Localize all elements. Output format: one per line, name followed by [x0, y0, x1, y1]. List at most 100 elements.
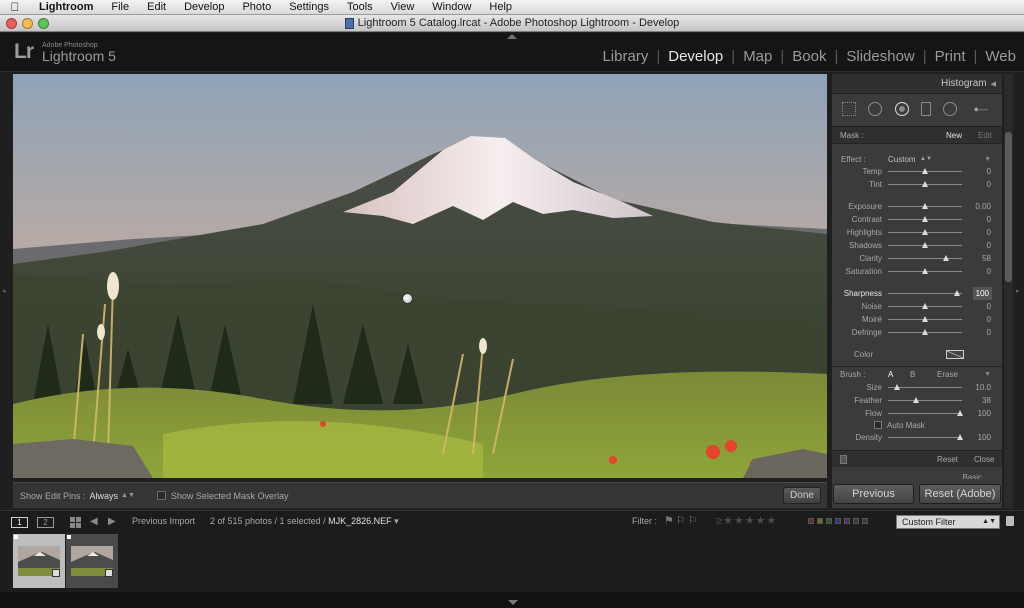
menu-file[interactable]: File	[102, 1, 138, 13]
other-label-icon[interactable]	[862, 518, 868, 524]
brush-b-button[interactable]: B	[910, 367, 915, 382]
filmstrip-source[interactable]: Previous Import	[132, 516, 195, 526]
zoom-window-icon[interactable]	[38, 18, 49, 29]
auto-mask-checkbox[interactable]	[874, 421, 882, 429]
noise-slider-handle[interactable]	[922, 303, 928, 309]
custom-filter-select[interactable]: Custom Filter ▲▼	[896, 515, 1000, 529]
menu-tools[interactable]: Tools	[338, 1, 382, 13]
clarity-slider-handle[interactable]	[943, 255, 950, 261]
main-window-button[interactable]: 1	[11, 517, 28, 528]
flow-slider[interactable]	[888, 413, 962, 414]
adjustment-brush-icon[interactable]: ●—	[970, 102, 992, 116]
graduated-filter-icon[interactable]	[921, 102, 932, 116]
spot-removal-icon[interactable]	[868, 102, 883, 116]
collapse-triangle-icon[interactable]: ◀	[991, 81, 996, 88]
close-button[interactable]: Close	[974, 451, 994, 468]
collapse-filmstrip-icon[interactable]	[508, 600, 518, 605]
filmstrip-thumbnail[interactable]	[13, 534, 65, 588]
radial-filter-icon[interactable]	[943, 102, 958, 116]
defringe-slider-handle[interactable]	[922, 329, 928, 335]
disclosure-triangle-icon[interactable]: ▼	[984, 367, 991, 382]
reset-adobe-button[interactable]: Reset (Adobe)	[919, 484, 1001, 504]
done-button[interactable]: Done	[783, 487, 821, 504]
density-slider[interactable]	[888, 437, 962, 438]
mask-edit-button[interactable]: Edit	[978, 127, 992, 144]
color-swatch[interactable]	[946, 350, 964, 359]
menu-lightroom[interactable]: Lightroom	[30, 1, 102, 13]
noise-value[interactable]: 0	[987, 300, 991, 313]
highlights-value[interactable]: 0	[987, 226, 991, 239]
filmstrip-thumbnail[interactable]	[66, 534, 118, 588]
filter-lock-icon[interactable]	[1006, 516, 1014, 526]
menu-edit[interactable]: Edit	[138, 1, 175, 13]
collapse-top-panel-icon[interactable]	[507, 34, 517, 39]
defringe-value[interactable]: 0	[987, 326, 991, 339]
menu-help[interactable]: Help	[480, 1, 521, 13]
feather-slider[interactable]	[888, 400, 962, 401]
density-value[interactable]: 100	[978, 431, 991, 444]
green-label-icon[interactable]	[826, 518, 832, 524]
tint-value[interactable]: 0	[987, 178, 991, 191]
contrast-slider-handle[interactable]	[922, 216, 928, 222]
show-edit-pins-select[interactable]: Always	[90, 491, 119, 501]
histogram-header[interactable]: Histogram ◀	[832, 74, 1002, 94]
shadows-value[interactable]: 0	[987, 239, 991, 252]
panel-switch-icon[interactable]	[840, 455, 847, 464]
menu-photo[interactable]: Photo	[233, 1, 280, 13]
menu-window[interactable]: Window	[423, 1, 480, 13]
blue-label-icon[interactable]	[835, 518, 841, 524]
exposure-value[interactable]: 0.00	[975, 200, 991, 213]
purple-label-icon[interactable]	[844, 518, 850, 524]
flow-slider-handle[interactable]	[956, 410, 963, 416]
forward-arrow-icon[interactable]: ▶	[108, 516, 116, 527]
brush-erase-button[interactable]: Erase	[937, 367, 958, 382]
sharpness-value[interactable]: 100	[972, 287, 992, 300]
crop-overlay-icon[interactable]	[842, 102, 857, 116]
secondary-window-button[interactable]: 2	[37, 517, 54, 528]
selected-filename[interactable]: MJK_2826.NEF	[328, 516, 392, 526]
no-label-icon[interactable]	[853, 518, 859, 524]
temp-slider-handle[interactable]	[922, 168, 928, 174]
previous-button[interactable]: Previous	[833, 484, 914, 504]
menu-view[interactable]: View	[382, 1, 424, 13]
clarity-value[interactable]: 58	[982, 252, 991, 265]
moir--slider-handle[interactable]	[922, 316, 928, 322]
size-slider-handle[interactable]	[893, 384, 900, 390]
size-value[interactable]: 10.0	[975, 381, 991, 394]
module-develop[interactable]: Develop	[668, 48, 723, 65]
clarity-slider[interactable]	[888, 258, 962, 259]
yellow-label-icon[interactable]	[817, 518, 823, 524]
updown-arrow-icon[interactable]: ▲▼	[121, 492, 135, 499]
photo-canvas[interactable]	[13, 74, 827, 478]
module-library[interactable]: Library	[602, 48, 648, 65]
color-label-filter[interactable]	[808, 518, 868, 524]
moir--value[interactable]: 0	[987, 313, 991, 326]
tint-slider-handle[interactable]	[922, 181, 928, 187]
exposure-slider-handle[interactable]	[922, 203, 928, 209]
brush-a-button[interactable]: A	[888, 367, 893, 382]
right-panel-scrollbar[interactable]	[1004, 74, 1013, 508]
mask-new-button[interactable]: New	[946, 127, 962, 144]
rating-filter-stars[interactable]: ≥★★★★★	[716, 514, 777, 527]
sharpness-slider[interactable]	[888, 293, 962, 294]
feather-slider-handle[interactable]	[913, 397, 920, 403]
grid-view-icon[interactable]	[70, 517, 81, 528]
show-mask-overlay-checkbox[interactable]	[156, 491, 166, 500]
menu-develop[interactable]: Develop	[175, 1, 233, 13]
basic-panel-header[interactable]: Basic	[832, 469, 1002, 479]
apple-icon[interactable]: 	[0, 0, 30, 14]
minimize-window-icon[interactable]	[22, 18, 33, 29]
menu-settings[interactable]: Settings	[280, 1, 338, 13]
module-web[interactable]: Web	[985, 48, 1016, 65]
module-slideshow[interactable]: Slideshow	[846, 48, 914, 65]
scrollbar-thumb[interactable]	[1005, 132, 1012, 282]
saturation-slider-handle[interactable]	[922, 268, 928, 274]
left-panel-toggle-icon[interactable]: ◂	[2, 287, 6, 295]
feather-value[interactable]: 38	[982, 394, 991, 407]
saturation-value[interactable]: 0	[987, 265, 991, 278]
temp-value[interactable]: 0	[987, 165, 991, 178]
sharpness-slider-handle[interactable]	[953, 290, 960, 296]
red-label-icon[interactable]	[808, 518, 814, 524]
shadows-slider-handle[interactable]	[922, 242, 928, 248]
red-eye-icon[interactable]	[894, 102, 909, 116]
